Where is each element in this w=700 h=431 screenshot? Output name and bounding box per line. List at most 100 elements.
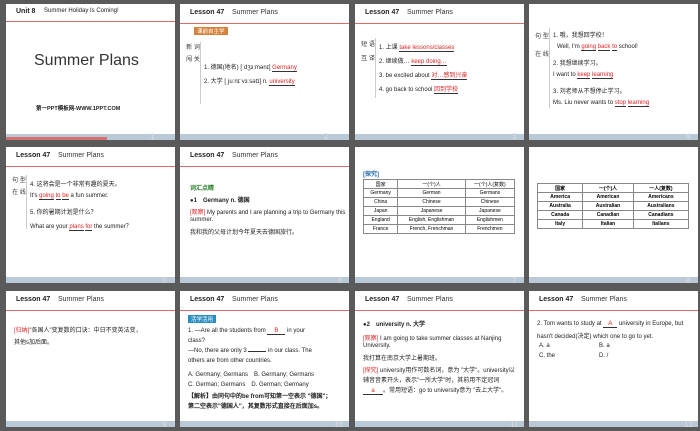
lesson-topic: Summer Plans — [232, 152, 278, 159]
sentence-1-cn: 1. 哦，我想回学校！ — [553, 33, 608, 39]
table-cell: German — [397, 188, 466, 198]
side-label: 短 语 互 译 — [361, 38, 376, 98]
phrase-1: 1. 上课 take lessons/classes — [379, 45, 455, 52]
lesson-topic: Summer Plans — [407, 296, 453, 303]
table-cell: Americans — [632, 192, 690, 202]
table-cell: Australians — [632, 201, 690, 211]
table-cell: France — [362, 224, 399, 234]
slide-3[interactable]: Lesson 47 Summer Plans 短 语 互 译 1. 上课 take… — [355, 4, 524, 140]
sentence-4-cn: 4. 这将会是一个非常有趣的夏天。 — [30, 182, 121, 188]
slide-number: 6 — [338, 276, 343, 285]
table-cell: China — [362, 197, 399, 207]
table-cell: Japanese — [464, 206, 516, 216]
question-line-1: 1. —Are all the students from B in your — [188, 328, 306, 335]
table-cell: English, Englishman — [397, 215, 466, 225]
nationality-table: 国家 一(个)人 一(个)人(复数) Germany German Germans Ch… — [362, 179, 516, 234]
header-cell: 一人(复数) — [632, 183, 690, 193]
explanation-line-2: 第二空表示"德国人"，其复数形式直接在后面加s。 — [188, 404, 324, 410]
section-tag: 活学活用 — [188, 315, 217, 323]
slide-header: Lesson 47 Summer Plans — [529, 291, 698, 311]
footer-bar — [355, 421, 524, 427]
sentence-4-en: It's going to be a fun summer. — [30, 193, 109, 200]
slide-1[interactable]: Unit 8 Summer Holiday Is Coming! Summer … — [6, 4, 175, 140]
lesson-topic: Summer Plans — [581, 296, 627, 303]
word-heading: ●1 Germany n. 德国 — [190, 198, 250, 204]
slide-11[interactable]: Lesson 47 Summer Plans ●2 university n. 大… — [355, 291, 524, 427]
table-cell: Italian — [582, 219, 634, 229]
lesson-label: Lesson 47 — [16, 296, 51, 303]
table-row: France French, Frenchman Frenchmen — [362, 224, 516, 234]
phrase-4: 4. go back to school 回到学校 — [379, 84, 459, 94]
slide-number: 10 — [334, 420, 343, 429]
lesson-label: Lesson 47 — [190, 152, 225, 159]
nationality-table: 国家 一(个)人 一人(复数) America American Americans A… — [536, 183, 690, 229]
slide-header: Lesson 47 Summer Plans — [355, 4, 524, 24]
header-cell: 一(个)人 — [397, 179, 466, 189]
slide-8[interactable]: 国家 一(个)人 一人(复数) America American Americans A… — [529, 147, 698, 283]
table-header-row: 国家 一(个)人 一人(复数) — [536, 183, 690, 193]
slide-number: 3 — [512, 132, 517, 141]
slide-number: 12 — [684, 420, 693, 429]
side-label: 新 词 闯 关 — [186, 42, 201, 104]
example-line-1: [观察] I am going to take summer classes a… — [363, 336, 502, 342]
slide-12[interactable]: Lesson 47 Summer Plans 2. Tom wants to st… — [529, 291, 698, 427]
phrase-3: 3. be excited about 对…感到兴奋 — [379, 70, 468, 80]
question-line-3: —No, there are only 3 in our class. The — [188, 348, 312, 354]
slide-6[interactable]: Lesson 47 Summer Plans 词汇点睛 ●1 Germany n.… — [180, 147, 349, 283]
footer-text: 第一PPT模板网-WWW.1PPT.COM — [36, 106, 121, 112]
table-cell: Englishmen — [464, 215, 516, 225]
footer-bar — [6, 277, 175, 283]
slide-5[interactable]: Lesson 47 Summer Plans 句 型 在 线 4. 这将会是一个非… — [6, 147, 175, 283]
explore-line-1: [探究] university用作可数名词，意为 "大学"。university… — [363, 368, 515, 374]
example-translation: 我和我的父母计划今年夏天去德国旅行。 — [190, 230, 299, 236]
slide-number: 2 — [324, 132, 329, 141]
slide-number: 1 — [150, 132, 155, 141]
slide-2[interactable]: Lesson 47 Summer Plans 课前自主学 新 词 闯 关 1. 德… — [180, 4, 349, 140]
header-line — [6, 21, 175, 22]
section-tag: 词汇点睛 — [190, 186, 215, 192]
slide-7[interactable]: [探究] 国家 一(个)人 一(个)人(复数) Germany German Germa… — [355, 147, 524, 283]
lesson-topic: Summer Plans — [407, 9, 453, 16]
header-cell: 国家 — [536, 183, 584, 193]
header-cell: 一(个)人 — [582, 183, 634, 193]
lesson-label: Lesson 47 — [190, 296, 225, 303]
table-header-row: 国家 一(个)人 一(个)人(复数) — [362, 179, 516, 189]
lesson-label: Lesson 47 — [16, 152, 51, 159]
table-cell: Chinese — [464, 197, 516, 207]
explore-line-3: a 。常用短语：go to university意为 "去上大学"。 — [363, 385, 507, 395]
slide-10[interactable]: Lesson 47 Summer Plans 活学活用 1. —Are all t… — [180, 291, 349, 427]
slide-header: Lesson 47 Summer Plans — [180, 4, 349, 24]
table-cell: Germany — [362, 188, 399, 198]
word-heading: ●2 university n. 大学 — [363, 322, 425, 328]
slide-number: 7 — [512, 276, 517, 285]
slide-4[interactable]: 句 型 在 线 1. 哦，我想回学校！ Well, I'm going back… — [529, 4, 698, 140]
table-cell: French, Frenchman — [397, 224, 466, 234]
sentence-5-en: What are your plans for the summer？ — [30, 224, 132, 231]
table-row: England English, Englishman Englishmen — [362, 215, 516, 225]
table-cell: England — [362, 215, 399, 225]
sentence-3-cn: 3. 刘老师从不想停止学习。 — [553, 89, 626, 95]
lesson-label: Lesson 47 — [190, 9, 225, 16]
table-cell: Italy — [536, 219, 584, 229]
options-line-1: A. Germany; Germans B. Germany; Germans — [188, 372, 315, 378]
sentence-3-en: Ms. Liu never wants to stop learning — [553, 100, 650, 107]
lesson-label: Lesson 47 — [365, 9, 400, 16]
table-cell: Italians — [632, 219, 690, 229]
phrase-2: 2. 继续做… keep doing… — [379, 59, 447, 66]
header-cell: 一(个)人(复数) — [464, 179, 516, 189]
explore-line-2: 辅音音素开头，表示"一所大学"时，其前用不定冠词 — [363, 378, 500, 384]
example-line-2: summer. — [190, 217, 214, 223]
explanation-line-1: 【解析】由同句中的be from可知第一空表示 "德国"； — [188, 394, 332, 400]
lesson-label: Lesson 47 — [365, 296, 400, 303]
table-cell: Germans — [464, 188, 516, 198]
table-row: Germany German Germans — [362, 188, 516, 198]
slide-9[interactable]: Lesson 47 Summer Plans [归纳]"各国人"变复数的口诀：中日… — [6, 291, 175, 427]
option-d: D. / — [599, 353, 609, 359]
example-translation: 我打算在南京大学上暑期班。 — [363, 356, 442, 362]
vocab-line-2: 2. 大学 [ˌjuːnɪˈvɜːsətɪ] n. university — [204, 79, 295, 86]
options-line-2: C. German; Germans D. German; Germany — [188, 382, 309, 388]
table-cell: American — [582, 192, 634, 202]
lesson-topic: Summer Plans — [58, 152, 104, 159]
unit-label: Unit 8 — [16, 8, 36, 15]
unit-title: Summer Holiday Is Coming! — [44, 8, 119, 14]
